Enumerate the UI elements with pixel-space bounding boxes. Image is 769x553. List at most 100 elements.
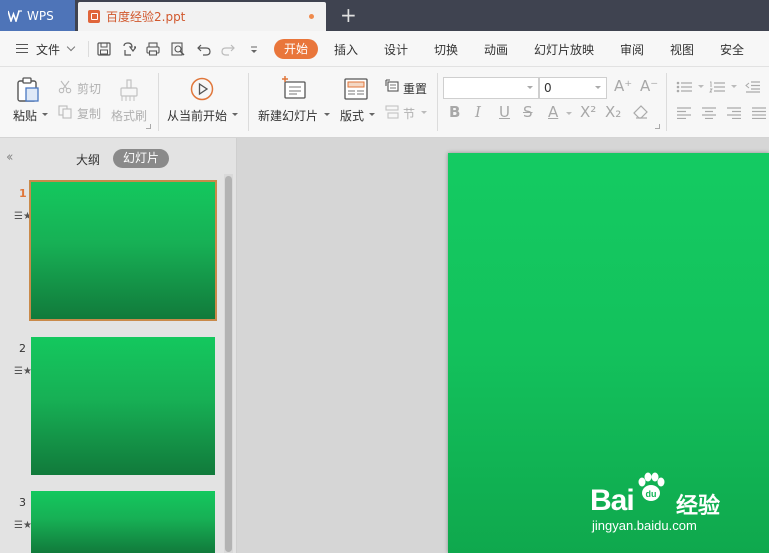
menu-divider bbox=[88, 41, 89, 57]
slide-number: 1 bbox=[19, 187, 27, 200]
slide-number: 3 bbox=[19, 496, 26, 509]
reset-icon bbox=[385, 79, 399, 92]
copy-button[interactable]: 复制 bbox=[77, 105, 101, 122]
strikethrough-icon[interactable]: S bbox=[523, 103, 533, 121]
customize-toolbar-icon[interactable] bbox=[247, 42, 261, 56]
layout-button[interactable]: 版式 bbox=[340, 107, 364, 124]
font-size-value: 0 bbox=[544, 81, 552, 95]
layout-dropdown-icon bbox=[369, 113, 375, 116]
baidu-jingyan-watermark: Bai du 经验 jingyan.baidu.com bbox=[590, 470, 760, 540]
tab-review[interactable]: 审阅 bbox=[620, 41, 644, 58]
cut-icon bbox=[58, 80, 72, 94]
reset-button[interactable]: 重置 bbox=[403, 80, 427, 97]
tab-view[interactable]: 视图 bbox=[670, 41, 694, 58]
pane-scrollbar[interactable] bbox=[224, 174, 233, 553]
ribbon-divider bbox=[158, 73, 159, 131]
copy-icon bbox=[58, 105, 72, 119]
cut-button[interactable]: 剪切 bbox=[77, 80, 101, 97]
new-slide-icon bbox=[282, 76, 306, 99]
animation-star-icon: ☰★ bbox=[14, 366, 32, 377]
slide-thumbnail[interactable] bbox=[29, 180, 217, 321]
section-dropdown-icon bbox=[421, 111, 427, 114]
layout-icon bbox=[344, 78, 368, 100]
paste-label: 粘贴 bbox=[13, 109, 38, 123]
save-icon[interactable] bbox=[97, 42, 111, 56]
animation-star-icon: ☰★ bbox=[14, 520, 32, 531]
chevron-down-icon[interactable] bbox=[66, 42, 76, 52]
superscript-icon[interactable]: X² bbox=[580, 103, 596, 121]
wps-logo-icon bbox=[8, 9, 22, 22]
bullet-list-icon[interactable] bbox=[676, 81, 694, 93]
svg-text:du: du bbox=[646, 489, 657, 499]
font-color-dropdown-icon bbox=[566, 112, 572, 115]
file-menu[interactable]: 文件 bbox=[36, 41, 60, 58]
tab-design[interactable]: 设计 bbox=[384, 41, 408, 58]
ribbon-divider bbox=[248, 73, 249, 131]
tab-home[interactable]: 开始 bbox=[274, 39, 318, 59]
document-tab[interactable]: 百度经验2.ppt bbox=[78, 2, 326, 31]
bold-icon[interactable]: B bbox=[449, 103, 460, 121]
format-painter-button[interactable]: 格式刷 bbox=[111, 107, 147, 124]
play-dropdown-icon bbox=[232, 113, 238, 116]
tab-slideshow[interactable]: 幻灯片放映 bbox=[534, 41, 594, 58]
scrollbar-thumb[interactable] bbox=[225, 176, 232, 552]
justify-icon[interactable] bbox=[751, 107, 767, 119]
font-size-select[interactable]: 0 bbox=[539, 77, 607, 99]
font-name-dropdown-icon bbox=[527, 86, 533, 89]
play-from-current-button[interactable]: 从当前开始 bbox=[167, 107, 227, 124]
underline-icon[interactable]: U bbox=[499, 103, 510, 121]
numbered-list-icon[interactable] bbox=[709, 81, 727, 93]
slide-thumbnail[interactable] bbox=[31, 337, 215, 475]
wps-tab-label: WPS bbox=[27, 8, 54, 23]
ribbon-divider bbox=[437, 73, 438, 131]
menu-bar: 文件 开始 插入 设计 切换 动画 幻灯片放映 审阅 视图 安全 bbox=[0, 31, 769, 67]
increase-font-icon[interactable]: A⁺ bbox=[614, 77, 632, 95]
align-center-icon[interactable] bbox=[701, 107, 717, 119]
watermark-brand-suffix: 经验 bbox=[676, 494, 721, 519]
tab-transitions[interactable]: 切换 bbox=[434, 41, 458, 58]
watermark-url: jingyan.baidu.com bbox=[592, 518, 697, 533]
tab-security[interactable]: 安全 bbox=[720, 41, 744, 58]
italic-icon[interactable]: I bbox=[475, 103, 481, 121]
new-slide-button[interactable]: 新建幻灯片 bbox=[258, 107, 318, 124]
section-icon bbox=[385, 105, 399, 119]
font-name-select[interactable] bbox=[443, 77, 539, 99]
hamburger-menu-icon[interactable] bbox=[16, 44, 28, 53]
unsaved-dot-icon bbox=[309, 14, 314, 19]
section-button[interactable]: 节 bbox=[403, 105, 415, 122]
collapse-pane-icon[interactable]: ‹‹ bbox=[6, 150, 14, 165]
tab-animations[interactable]: 动画 bbox=[484, 41, 508, 58]
ribbon-divider bbox=[666, 73, 667, 131]
font-size-dropdown-icon bbox=[595, 86, 601, 89]
new-tab-button[interactable]: + bbox=[340, 4, 357, 26]
decrease-font-icon[interactable]: A⁻ bbox=[640, 77, 658, 95]
presentation-file-icon bbox=[88, 10, 100, 23]
tab-outline[interactable]: 大纲 bbox=[76, 151, 100, 168]
redo-icon[interactable] bbox=[221, 42, 235, 56]
paw-logo-icon: du bbox=[638, 472, 665, 501]
slide-number: 2 bbox=[19, 342, 26, 355]
subscript-icon[interactable]: X₂ bbox=[605, 103, 621, 121]
new-slide-dropdown-icon bbox=[324, 113, 330, 116]
decrease-indent-icon[interactable] bbox=[745, 81, 761, 93]
font-color-icon[interactable]: A bbox=[548, 103, 558, 121]
wps-home-tab[interactable]: WPS bbox=[0, 0, 75, 31]
ribbon-toolbar: 粘贴 剪切 复制 格式刷 从当前开始 新建幻灯片 版式 重置 节 0 A⁺ A⁻… bbox=[0, 67, 769, 138]
watermark-brand: Bai bbox=[590, 484, 635, 517]
align-left-icon[interactable] bbox=[676, 107, 692, 119]
clear-format-icon[interactable] bbox=[633, 105, 649, 119]
export-icon[interactable] bbox=[122, 42, 136, 56]
print-icon[interactable] bbox=[146, 42, 160, 56]
undo-icon[interactable] bbox=[197, 42, 211, 56]
font-launcher-icon[interactable] bbox=[655, 124, 660, 129]
align-right-icon[interactable] bbox=[726, 107, 742, 119]
title-bar: WPS 百度经验2.ppt + bbox=[0, 0, 769, 31]
tab-slides[interactable]: 幻灯片 bbox=[113, 149, 169, 168]
slide-thumbnail[interactable] bbox=[31, 491, 215, 553]
tab-insert[interactable]: 插入 bbox=[334, 41, 358, 58]
play-icon bbox=[190, 77, 214, 101]
clipboard-launcher-icon[interactable] bbox=[146, 124, 151, 129]
paste-icon bbox=[17, 77, 39, 102]
format-painter-icon bbox=[120, 79, 138, 101]
print-preview-icon[interactable] bbox=[171, 42, 185, 56]
